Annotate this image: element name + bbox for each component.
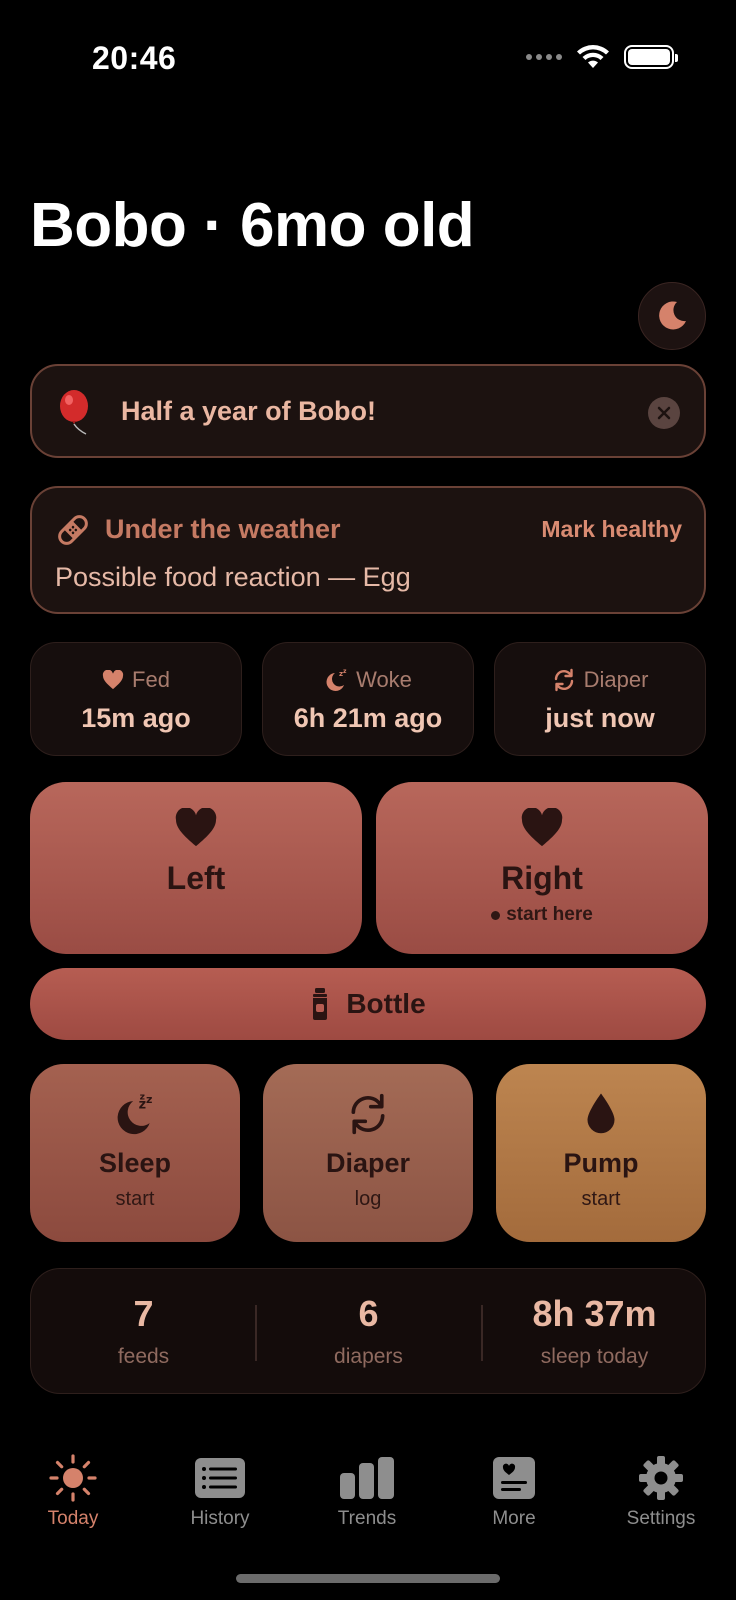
battery-icon xyxy=(624,45,678,69)
night-mode-button[interactable] xyxy=(638,282,706,350)
bar-chart-icon xyxy=(340,1457,394,1499)
gear-icon xyxy=(639,1456,683,1500)
drop-icon xyxy=(587,1093,615,1134)
banner-text: Half a year of Bobo! xyxy=(121,396,377,426)
tab-label: Settings xyxy=(626,1508,696,1529)
feed-right-button[interactable]: Right start here xyxy=(376,782,708,954)
feed-left-button[interactable]: Left xyxy=(30,782,362,954)
stat-label: Fed xyxy=(132,667,170,692)
stat-value: just now xyxy=(545,703,655,733)
diaper-sub: log xyxy=(354,1188,382,1210)
card-heart-icon xyxy=(493,1457,535,1499)
tab-label: Today xyxy=(47,1508,99,1529)
list-icon xyxy=(195,1458,245,1498)
heart-icon xyxy=(175,808,217,847)
tab-label: History xyxy=(190,1508,250,1529)
heart-icon xyxy=(521,808,563,847)
tab-label: Trends xyxy=(337,1508,397,1529)
tab-settings[interactable]: Settings xyxy=(596,1450,726,1530)
start-here-hint: start here xyxy=(376,904,708,926)
stat-value: 15m ago xyxy=(81,703,191,733)
bottle-icon xyxy=(313,988,328,1020)
cycle-arrows-icon xyxy=(554,668,573,692)
moon-zzz-icon: z z z xyxy=(117,1092,152,1135)
summary-label: diapers xyxy=(334,1345,403,1368)
tab-more[interactable]: More xyxy=(449,1450,579,1530)
cycle-arrows-icon xyxy=(351,1093,385,1135)
status-bar: 20:46 xyxy=(0,0,736,120)
pump-sub: start xyxy=(581,1188,621,1210)
summary-label: feeds xyxy=(117,1345,170,1368)
dismiss-banner-button[interactable] xyxy=(648,397,680,429)
svg-text:z: z xyxy=(343,668,347,675)
tab-bar: Today History Trends More Settings xyxy=(0,1450,736,1550)
moon-icon xyxy=(659,301,686,330)
diaper-label: Diaper xyxy=(325,1148,411,1178)
status-time: 20:46 xyxy=(92,40,177,76)
close-icon xyxy=(657,406,671,420)
milestone-banner: Half a year of Bobo! xyxy=(30,364,706,458)
sleep-label: Sleep xyxy=(98,1148,172,1178)
wifi-icon xyxy=(577,45,609,68)
stat-label: Diaper xyxy=(583,667,649,692)
tab-label: More xyxy=(492,1508,536,1529)
indicator-dot-icon xyxy=(491,910,501,920)
balloon-icon xyxy=(60,390,88,435)
sleep-sub: start xyxy=(115,1188,155,1210)
moon-zzz-icon: z z xyxy=(326,668,347,691)
svg-text:z: z xyxy=(140,1092,145,1102)
health-subtitle: Possible food reaction — Egg xyxy=(55,562,411,592)
summary-diapers: 6 diapers xyxy=(256,1269,481,1395)
summary-value: 6 xyxy=(358,1293,379,1334)
summary-value: 7 xyxy=(133,1293,154,1334)
stat-label-row: Diaper xyxy=(495,667,705,693)
feed-left-label: Left xyxy=(166,860,226,896)
summary-value: 8h 37m xyxy=(532,1293,657,1334)
mark-healthy-button[interactable]: Mark healthy xyxy=(541,516,682,543)
start-here-text: start here xyxy=(506,904,593,925)
stat-label-row: Fed xyxy=(31,667,241,693)
heart-icon xyxy=(102,670,124,690)
stat-value: 6h 21m ago xyxy=(293,703,443,733)
cellular-signal-icon xyxy=(526,54,562,60)
summary-sleep: 8h 37m sleep today xyxy=(482,1269,707,1395)
diaper-button[interactable]: Diaper log xyxy=(263,1064,473,1242)
health-title: Under the weather xyxy=(105,514,341,544)
status-icons xyxy=(526,44,678,70)
last-diaper-stat[interactable]: Diaper just now xyxy=(494,642,706,756)
feed-right-label: Right xyxy=(501,860,583,896)
sleep-button[interactable]: z z z Sleep start xyxy=(30,1064,240,1242)
last-woke-stat[interactable]: z z Woke 6h 21m ago xyxy=(262,642,474,756)
stat-label-row: z z Woke xyxy=(263,667,473,693)
stat-label: Woke xyxy=(356,667,412,692)
tab-history[interactable]: History xyxy=(155,1450,285,1530)
pump-label: Pump xyxy=(563,1148,639,1178)
pump-button[interactable]: Pump start xyxy=(496,1064,706,1242)
tab-trends[interactable]: Trends xyxy=(302,1450,432,1530)
summary-feeds: 7 feeds xyxy=(31,1269,256,1395)
daily-summary: 7 feeds 6 diapers 8h 37m sleep today xyxy=(30,1268,706,1394)
home-indicator xyxy=(236,1574,500,1583)
page-title: Bobo · 6mo old xyxy=(30,191,475,260)
bottle-label: Bottle xyxy=(346,988,426,1019)
bottle-button[interactable]: Bottle xyxy=(30,968,706,1040)
last-fed-stat[interactable]: Fed 15m ago xyxy=(30,642,242,756)
bandage-icon xyxy=(58,515,88,545)
summary-label: sleep today xyxy=(540,1345,649,1368)
sun-icon xyxy=(49,1454,97,1502)
health-status-card: Under the weather Mark healthy Possible … xyxy=(30,486,706,614)
svg-text:z: z xyxy=(146,1093,152,1106)
tab-today[interactable]: Today xyxy=(8,1450,138,1530)
